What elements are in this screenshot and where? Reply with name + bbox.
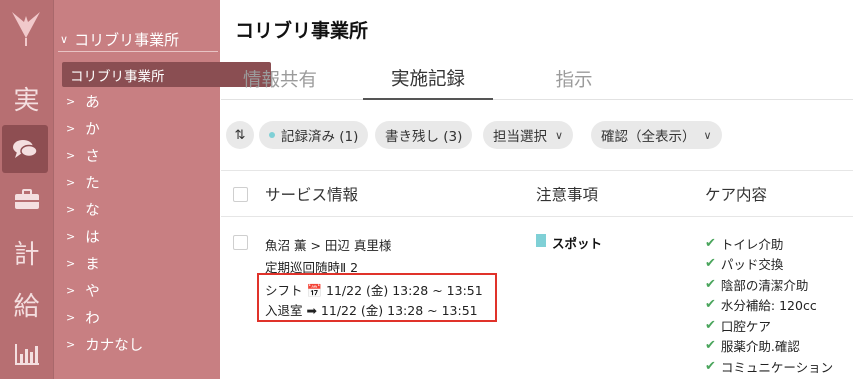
confirm-select-label: 確認（全表示） (601, 129, 696, 145)
care-item-label: 口腔ケア (720, 318, 771, 334)
chevron-down-icon: ∨ (703, 128, 712, 142)
recorded-filter-chip[interactable]: 記録済み (1) (259, 121, 369, 149)
bar-chart-icon (14, 344, 39, 365)
assignee-select[interactable]: 担当選択 ∨ (483, 121, 574, 149)
sidebar-header-label: コリブリ事業所 (74, 31, 180, 49)
sidebar-item-label: か (85, 121, 100, 138)
sidebar-item-ma[interactable]: > ま (66, 250, 100, 276)
sidebar-item-label: は (85, 229, 100, 246)
sidebar-item-label: ま (85, 256, 100, 273)
recorded-filter-label: 記録済み (1) (281, 129, 359, 145)
tab-bar: 情報共有 実施記録 指示 (221, 58, 853, 100)
check-icon: ✔ (705, 276, 716, 292)
care-item: ✔ 陰部の清潔介助 (705, 274, 833, 295)
column-header-service: サービス情報 (265, 186, 359, 204)
check-icon: ✔ (705, 235, 716, 251)
sidebar-item-label: な (85, 202, 100, 219)
check-icon: ✔ (705, 317, 716, 333)
column-header-notes: 注意事項 (536, 186, 599, 204)
tab-records[interactable]: 実施記録 (363, 58, 493, 100)
sidebar-header[interactable]: ∨ コリブリ事業所 (58, 28, 218, 52)
tab-info-sharing[interactable]: 情報共有 (233, 58, 327, 100)
care-list: ✔ トイレ介助 ✔ パッド交換 ✔ 陰部の清潔介助 ✔ 水分補給: 120cc ✔ 口腔ケ… (705, 233, 833, 377)
divider (221, 170, 853, 171)
column-header-care: ケア内容 (705, 186, 768, 204)
chevron-right-icon: > (66, 229, 76, 243)
rail-item-chat[interactable] (2, 125, 48, 173)
chevron-right-icon: > (66, 175, 76, 189)
rail-item-jisshi[interactable]: 実 (0, 74, 53, 122)
sidebar-item-label: や (85, 283, 100, 300)
care-item: ✔ 口腔ケア (705, 315, 833, 336)
note-spot-label: スポット (552, 236, 603, 251)
chevron-right-icon: > (66, 283, 76, 297)
rail-item-stats[interactable] (0, 330, 53, 378)
check-icon: ✔ (705, 256, 716, 272)
spot-tag-icon (536, 234, 546, 247)
chevron-right-icon: > (66, 148, 76, 162)
entry-exit-time: 入退室 ➡ 11/22 (金) 13:28 ~ 13:51 (265, 303, 478, 318)
sidebar-item-a[interactable]: > あ (66, 88, 100, 114)
divider (221, 216, 853, 217)
rail-item-kyuyo[interactable]: 給 (0, 280, 53, 328)
care-item-label: コミュニケーション (720, 359, 834, 375)
sidebar-item-ka[interactable]: > か (66, 115, 100, 141)
sidebar-item-wa[interactable]: > わ (66, 304, 100, 330)
briefcase-icon (14, 189, 39, 209)
icon-rail: 実 計 給 (0, 0, 53, 379)
row-checkbox[interactable] (233, 235, 248, 250)
assignee-select-label: 担当選択 (493, 129, 547, 145)
care-item: ✔ トイレ介助 (705, 233, 833, 254)
chevron-down-icon: ∨ (60, 33, 69, 46)
chevron-right-icon: > (66, 121, 76, 135)
page-title: コリブリ事業所 (235, 20, 369, 42)
office-sidebar: ∨ コリブリ事業所 コリブリ事業所 > あ > か > さ > た > な > は > ま >… (53, 0, 271, 379)
sidebar-item-kananashi[interactable]: > カナなし (66, 331, 143, 357)
select-all-checkbox[interactable] (233, 187, 248, 202)
care-item-label: 服薬介助.確認 (720, 339, 800, 355)
main-content: コリブリ事業所 情報共有 実施記録 指示 ⇅ 記録済み (1) 書き残し (3)… (221, 0, 853, 379)
care-item-label: 水分補給: 120cc (720, 298, 817, 314)
check-icon: ✔ (705, 297, 716, 313)
sidebar-item-ha[interactable]: > は (66, 223, 100, 249)
care-item: ✔ パッド交換 (705, 254, 833, 275)
care-item-label: トイレ介助 (720, 236, 784, 252)
chevron-down-icon: ∨ (555, 128, 564, 142)
sidebar-item-na[interactable]: > な (66, 196, 100, 222)
chevron-right-icon: > (66, 337, 76, 351)
rail-item-briefcase[interactable] (0, 175, 53, 223)
status-dot-icon (269, 132, 275, 138)
sort-icon: ⇅ (234, 127, 246, 143)
confirm-select[interactable]: 確認（全表示） ∨ (591, 121, 722, 149)
chevron-right-icon: > (66, 202, 76, 216)
service-people[interactable]: 魚沼 薫 > 田辺 真里様 (265, 235, 391, 254)
chat-icon (13, 140, 38, 158)
sidebar-item-label: あ (85, 94, 100, 111)
sidebar-item-label: た (85, 175, 100, 192)
filter-bar: ⇅ 記録済み (1) 書き残し (3) 担当選択 ∨ 確認（全表示） ∨ (221, 121, 853, 149)
logo-icon (12, 12, 40, 46)
care-item: ✔ 服薬介助.確認 (705, 336, 833, 357)
sidebar-item-ta[interactable]: > た (66, 169, 100, 195)
sidebar-item-label: カナなし (85, 337, 144, 354)
care-item: ✔ 水分補給: 120cc (705, 295, 833, 316)
chevron-right-icon: > (66, 94, 76, 108)
care-item-label: 陰部の清潔介助 (720, 277, 809, 293)
unfinished-filter-chip[interactable]: 書き残し (3) (375, 121, 473, 149)
unfinished-filter-label: 書き残し (3) (385, 129, 463, 145)
care-item-label: パッド交換 (720, 257, 784, 273)
rail-item-keikaku[interactable]: 計 (0, 228, 53, 276)
check-icon: ✔ (705, 358, 716, 374)
sidebar-item-sa[interactable]: > さ (66, 142, 100, 168)
care-item: ✔ コミュニケーション (705, 356, 833, 377)
shift-time: シフト 📅 11/22 (金) 13:28 ~ 13:51 (265, 283, 483, 298)
chevron-right-icon: > (66, 256, 76, 270)
sidebar-item-label: さ (85, 148, 100, 165)
sidebar-item-label: わ (85, 310, 100, 327)
sort-button[interactable]: ⇅ (226, 121, 254, 149)
tab-instructions[interactable]: 指示 (539, 58, 609, 100)
chevron-right-icon: > (66, 310, 76, 324)
check-icon: ✔ (705, 338, 716, 354)
sidebar-item-ya[interactable]: > や (66, 277, 100, 303)
